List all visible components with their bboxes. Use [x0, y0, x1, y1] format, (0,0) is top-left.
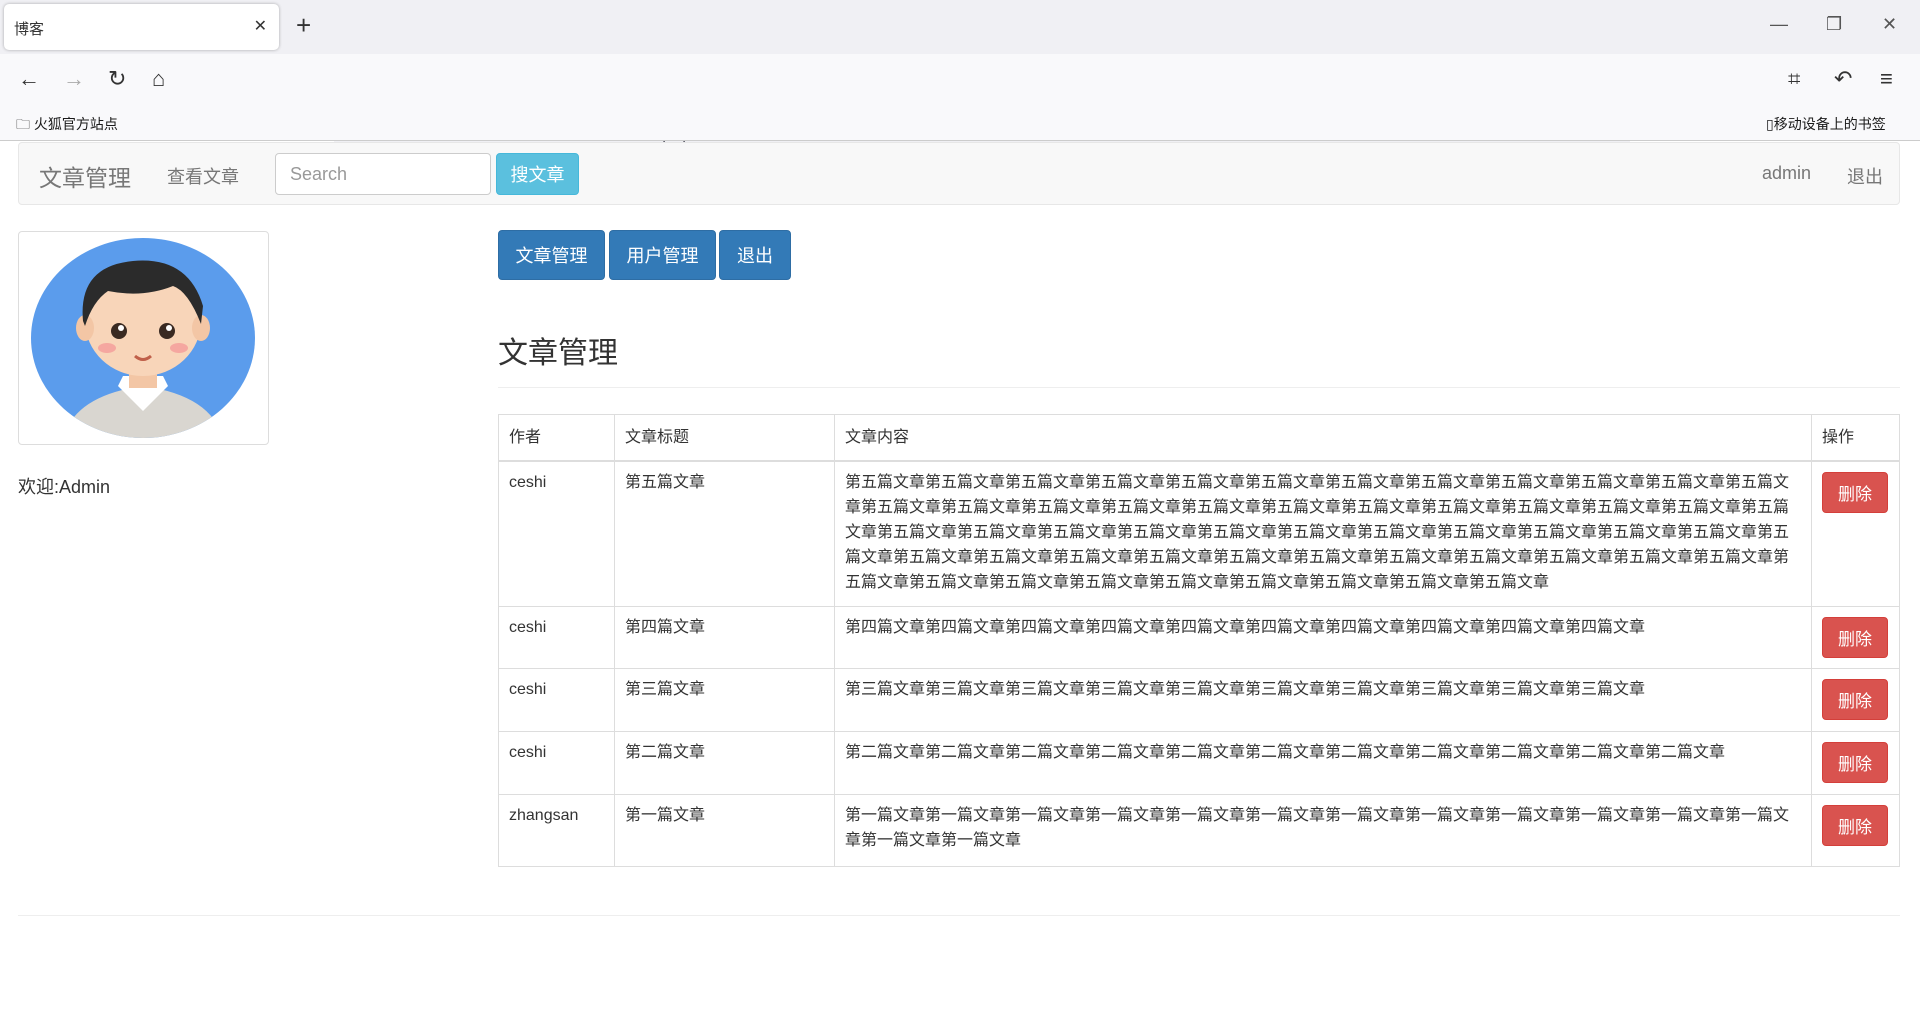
- author-cell: ceshi: [498, 460, 615, 607]
- table-row: ceshi 第五篇文章 第五篇文章第五篇文章第五篇文章第五篇文章第五篇文章第五篇…: [498, 460, 1900, 607]
- user-management-button[interactable]: 用户管理: [609, 230, 716, 280]
- search-input[interactable]: [275, 153, 491, 195]
- mobile-bookmarks[interactable]: ▯移动设备上的书签: [1766, 114, 1886, 134]
- table-header: 作者 文章标题 文章内容 操作: [498, 414, 1900, 462]
- title-cell: 第四篇文章: [614, 606, 835, 669]
- header-title: 文章标题: [614, 414, 835, 462]
- bookmark-label: 火狐官方站点: [33, 116, 118, 132]
- author-cell: zhangsan: [498, 794, 615, 867]
- site-navbar: 文章管理 查看文章 搜文章 admin 退出: [18, 142, 1900, 205]
- folder-icon: 🗀: [16, 116, 30, 132]
- delete-button[interactable]: 删除: [1822, 617, 1888, 658]
- table-row: zhangsan 第一篇文章 第一篇文章第一篇文章第一篇文章第一篇文章第一篇文章…: [498, 794, 1900, 867]
- screenshot-icon[interactable]: ⌗: [1788, 66, 1800, 92]
- action-cell: 删除: [1811, 668, 1900, 732]
- author-cell: ceshi: [498, 668, 615, 732]
- restore-icon[interactable]: ❐: [1826, 14, 1842, 35]
- header-content: 文章内容: [834, 414, 1812, 462]
- delete-button[interactable]: 删除: [1822, 805, 1888, 846]
- title-cell: 第三篇文章: [614, 668, 835, 732]
- browser-tab[interactable]: 博客 ✕: [4, 4, 279, 50]
- view-articles-link[interactable]: 查看文章: [167, 163, 239, 189]
- new-tab-icon[interactable]: +: [296, 10, 311, 41]
- title-cell: 第二篇文章: [614, 731, 835, 795]
- back-icon[interactable]: ←: [18, 66, 40, 92]
- bookmark-item[interactable]: 🗀 火狐官方站点: [16, 114, 118, 138]
- table-row: ceshi 第二篇文章 第二篇文章第二篇文章第二篇文章第二篇文章第二篇文章第二篇…: [498, 731, 1900, 795]
- table-row: ceshi 第四篇文章 第四篇文章第四篇文章第四篇文章第四篇文章第四篇文章第四篇…: [498, 606, 1900, 669]
- welcome-text: 欢迎:Admin: [18, 477, 111, 497]
- content-cell: 第一篇文章第一篇文章第一篇文章第一篇文章第一篇文章第一篇文章第一篇文章第一篇文章…: [834, 794, 1812, 867]
- browser-tab-bar: 博客 ✕ + — ❐ ✕: [0, 0, 1920, 54]
- action-cell: 删除: [1811, 606, 1900, 669]
- bookmarks-bar: 🗀 火狐官方站点 ▯移动设备上的书签: [0, 105, 1920, 141]
- logout-link[interactable]: 退出: [1847, 163, 1883, 189]
- delete-button[interactable]: 删除: [1822, 742, 1888, 783]
- footer-divider: [18, 915, 1900, 916]
- table-row: ceshi 第三篇文章 第三篇文章第三篇文章第三篇文章第三篇文章第三篇文章第三篇…: [498, 668, 1900, 732]
- user-link[interactable]: admin: [1762, 163, 1811, 184]
- title-cell: 第一篇文章: [614, 794, 835, 867]
- content-cell: 第五篇文章第五篇文章第五篇文章第五篇文章第五篇文章第五篇文章第五篇文章第五篇文章…: [834, 460, 1812, 607]
- mobile-bookmarks-label: 移动设备上的书签: [1773, 116, 1886, 132]
- undo-icon[interactable]: ↶: [1834, 66, 1852, 92]
- avatar-image: [31, 238, 255, 438]
- article-management-button[interactable]: 文章管理: [498, 230, 605, 280]
- avatar: [18, 231, 269, 445]
- delete-button[interactable]: 删除: [1822, 679, 1888, 720]
- minimize-icon[interactable]: —: [1770, 14, 1788, 35]
- header-action: 操作: [1811, 414, 1900, 462]
- action-cell: 删除: [1811, 794, 1900, 867]
- page-title: 文章管理: [498, 337, 618, 370]
- action-cell: 删除: [1811, 460, 1900, 607]
- title-cell: 第五篇文章: [614, 460, 835, 607]
- articles-table: 作者 文章标题 文章内容 操作 ceshi 第五篇文章 第五篇文章第五篇文章第五…: [498, 414, 1900, 867]
- logout-button[interactable]: 退出: [719, 230, 791, 280]
- delete-button[interactable]: 删除: [1822, 471, 1888, 513]
- browser-toolbar: ← → ↻ ⌂ ⛉ ▯ 127.0.0.1/admin/comment_edit…: [0, 54, 1920, 153]
- action-cell: 删除: [1811, 731, 1900, 795]
- content-cell: 第四篇文章第四篇文章第四篇文章第四篇文章第四篇文章第四篇文章第四篇文章第四篇文章…: [834, 606, 1812, 669]
- author-cell: ceshi: [498, 731, 615, 795]
- author-cell: ceshi: [498, 606, 615, 669]
- tab-title: 博客: [14, 21, 45, 38]
- content-cell: 第二篇文章第二篇文章第二篇文章第二篇文章第二篇文章第二篇文章第二篇文章第二篇文章…: [834, 731, 1812, 795]
- reload-icon[interactable]: ↻: [108, 66, 126, 92]
- forward-icon[interactable]: →: [63, 66, 85, 92]
- content-cell: 第三篇文章第三篇文章第三篇文章第三篇文章第三篇文章第三篇文章第三篇文章第三篇文章…: [834, 668, 1812, 732]
- home-icon[interactable]: ⌂: [152, 66, 165, 92]
- menu-icon[interactable]: ≡: [1880, 66, 1893, 92]
- brand[interactable]: 文章管理: [39, 159, 131, 193]
- header-author: 作者: [498, 414, 615, 462]
- close-tab-icon[interactable]: ✕: [254, 16, 267, 36]
- search-button[interactable]: 搜文章: [496, 153, 579, 195]
- close-window-icon[interactable]: ✕: [1882, 14, 1897, 35]
- mobile-icon: ▯: [1766, 116, 1774, 132]
- divider: [498, 387, 1900, 388]
